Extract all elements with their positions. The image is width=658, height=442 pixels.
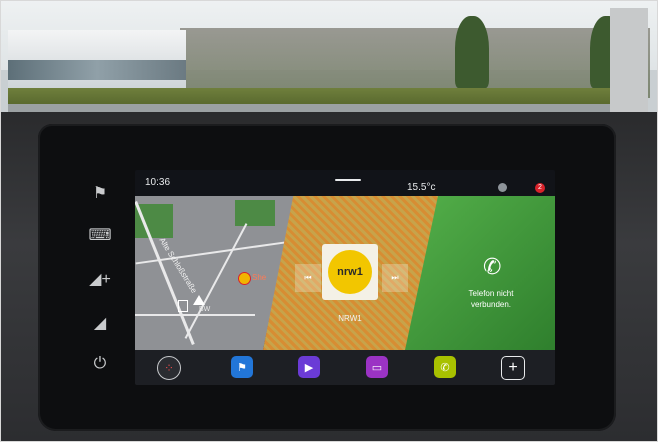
parking-icon xyxy=(178,300,188,312)
building-windows xyxy=(8,60,186,80)
next-icon: ⏭ xyxy=(391,273,399,282)
keyboard-button[interactable]: ⌨ xyxy=(82,222,118,248)
phone-icon: ✆ xyxy=(440,361,450,374)
status-bar: 10:36 15.5°c 2 xyxy=(135,170,555,196)
previous-icon: ⏮ xyxy=(304,273,312,282)
globe-icon[interactable] xyxy=(498,183,507,192)
home-tiles: Alte Schloßstraße She BW ⏮ nrw1 ⏭ NRW1 ✆… xyxy=(135,196,555,350)
video-app-button[interactable]: ▭ xyxy=(366,356,388,378)
flag-icon: ⚑ xyxy=(92,185,108,202)
side-button-column: ⚑ ⌨ ◢+ ◢ ⏻ xyxy=(82,174,118,374)
poi-label: She xyxy=(252,273,267,282)
outside-temperature: 15.5°c xyxy=(407,182,436,193)
volume-down-icon: ◢ xyxy=(93,315,107,332)
building xyxy=(8,30,186,92)
notification-badge[interactable]: 2 xyxy=(535,183,545,193)
phone-icon: ✆ xyxy=(483,254,502,279)
pull-down-handle[interactable] xyxy=(335,179,361,181)
flag-icon-button[interactable]: ⚑ xyxy=(82,180,118,206)
flag-icon: ⚑ xyxy=(237,361,247,374)
app-dock: ⁘ ⚑ ▶ ▭ ✆ + xyxy=(135,350,555,385)
tree xyxy=(455,16,489,88)
previous-station-button[interactable]: ⏮ xyxy=(295,264,321,292)
plus-icon: + xyxy=(508,359,518,376)
phone-app-button[interactable]: ✆ xyxy=(434,356,456,378)
add-shortcut-button[interactable]: + xyxy=(501,356,525,380)
phone-status-text: Telefon nicht verbunden. xyxy=(468,289,514,309)
volume-up-icon: ◢+ xyxy=(89,271,111,288)
fuel-station-icon[interactable] xyxy=(238,272,251,285)
navigation-app-button[interactable]: ⚑ xyxy=(231,356,253,378)
car-pillar xyxy=(610,8,648,120)
apps-grid-icon: ⁘ xyxy=(163,361,175,375)
video-icon: ▭ xyxy=(371,361,383,374)
play-icon: ▶ xyxy=(304,361,314,374)
road-label: BW xyxy=(199,306,211,313)
next-station-button[interactable]: ⏭ xyxy=(382,264,408,292)
station-name: NRW1 xyxy=(338,314,362,323)
power-button[interactable]: ⏻ xyxy=(82,351,118,377)
keyboard-icon: ⌨ xyxy=(88,227,112,244)
volume-up-button[interactable]: ◢+ xyxy=(82,266,118,292)
map-road xyxy=(135,314,255,316)
clock: 10:36 xyxy=(145,177,171,188)
media-app-button[interactable]: ▶ xyxy=(298,356,320,378)
map-park xyxy=(235,200,275,226)
all-apps-button[interactable]: ⁘ xyxy=(157,356,181,380)
station-logo: nrw1 xyxy=(322,244,378,300)
volume-down-button[interactable]: ◢ xyxy=(82,310,118,336)
station-logo-text: nrw1 xyxy=(328,250,372,294)
street-label: Alte Schloßstraße xyxy=(157,236,199,295)
vehicle-position-icon xyxy=(193,295,205,305)
power-icon: ⏻ xyxy=(93,355,107,372)
infotainment-display: 10:36 15.5°c 2 Alte Schloßstraße She BW … xyxy=(135,170,555,385)
